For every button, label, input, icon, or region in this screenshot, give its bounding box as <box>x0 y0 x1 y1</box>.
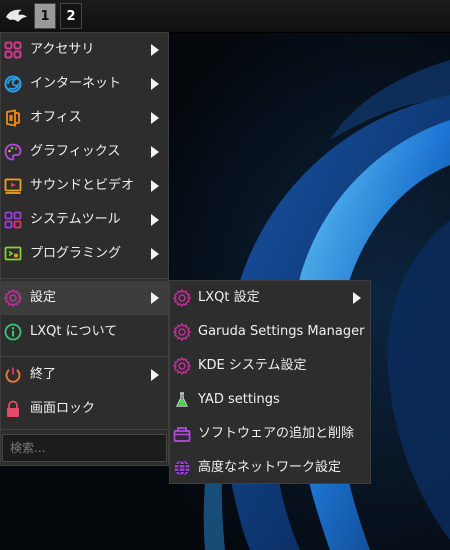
submenu-arrow-icon <box>151 44 159 56</box>
menu-item-accessories[interactable]: アクセサリ <box>1 33 168 67</box>
menu-item-label: LXQt について <box>30 324 118 339</box>
network-globe-icon <box>173 459 191 477</box>
graphics-icon <box>4 143 22 161</box>
menu-item-label: 終了 <box>30 367 57 382</box>
programming-icon <box>4 245 22 263</box>
menu-item-graphics[interactable]: グラフィックス <box>1 135 168 169</box>
package-icon <box>173 425 191 443</box>
office-icon <box>4 109 22 127</box>
workspace-1-button[interactable]: 1 <box>34 3 56 29</box>
menu-item-label: オフィス <box>30 110 82 125</box>
submenu-item-add-remove-software[interactable]: ソフトウェアの追加と削除 <box>170 417 370 451</box>
workspace-2-button[interactable]: 2 <box>60 3 82 29</box>
submenu-item-kde-system-settings[interactable]: KDE システム設定 <box>170 349 370 383</box>
submenu-arrow-icon <box>151 180 159 192</box>
settings-submenu: LXQt 設定 Garuda Settings Manager KDE システム… <box>169 280 371 484</box>
submenu-arrow-icon <box>151 78 159 90</box>
submenu-item-label: 高度なネットワーク設定 <box>198 460 342 475</box>
submenu-item-label: ソフトウェアの追加と削除 <box>198 426 355 441</box>
settings-icon <box>173 323 191 341</box>
submenu-item-garuda-settings-manager[interactable]: Garuda Settings Manager <box>170 315 370 349</box>
start-menu-button[interactable] <box>2 3 30 29</box>
menu-item-sound-and-video[interactable]: サウンドとビデオ <box>1 169 168 203</box>
submenu-item-label: KDE システム設定 <box>198 358 307 373</box>
taskbar-panel: 1 2 <box>0 0 450 33</box>
submenu-arrow-icon <box>151 248 159 260</box>
settings-icon <box>173 357 191 375</box>
submenu-item-label: YAD settings <box>198 392 280 407</box>
menu-item-label: 設定 <box>30 290 57 305</box>
menu-item-system-tools[interactable]: システムツール <box>1 203 168 237</box>
accessories-icon <box>4 41 22 59</box>
submenu-arrow-icon <box>151 292 159 304</box>
submenu-arrow-icon <box>151 112 159 124</box>
menu-separator <box>1 429 168 430</box>
menu-item-label: インターネット <box>30 76 122 91</box>
about-icon <box>4 323 22 341</box>
menu-item-label: アクセサリ <box>30 42 95 57</box>
submenu-item-label: Garuda Settings Manager <box>198 324 365 339</box>
menu-separator <box>1 356 168 357</box>
menu-item-label: グラフィックス <box>30 144 121 159</box>
flask-icon <box>173 391 191 409</box>
submenu-item-label: LXQt 設定 <box>198 290 260 305</box>
power-icon <box>4 366 22 384</box>
menu-item-label: サウンドとビデオ <box>30 178 135 193</box>
submenu-arrow-icon <box>151 146 159 158</box>
menu-item-label: 画面ロック <box>30 401 96 416</box>
menu-item-label: システムツール <box>30 212 121 227</box>
menu-item-settings[interactable]: 設定 <box>1 281 168 315</box>
menu-item-about-lxqt[interactable]: LXQt について <box>1 315 168 349</box>
menu-item-label: プログラミング <box>30 246 122 261</box>
menu-separator <box>1 278 168 279</box>
garuda-logo-icon <box>6 9 27 22</box>
settings-icon <box>4 289 22 307</box>
menu-item-leave[interactable]: 終了 <box>1 358 168 392</box>
application-menu: アクセサリ インターネット オフィス グラフィックス サウンドとビデオ システム… <box>0 32 169 466</box>
multimedia-icon <box>4 177 22 195</box>
menu-item-programming[interactable]: プログラミング <box>1 237 168 271</box>
submenu-item-advanced-network-settings[interactable]: 高度なネットワーク設定 <box>170 451 370 485</box>
menu-item-internet[interactable]: インターネット <box>1 67 168 101</box>
menu-item-office[interactable]: オフィス <box>1 101 168 135</box>
lock-icon <box>4 400 22 418</box>
menu-item-lock-screen[interactable]: 画面ロック <box>1 392 168 426</box>
submenu-arrow-icon <box>151 214 159 226</box>
submenu-arrow-icon <box>151 369 159 381</box>
menu-search-input[interactable] <box>2 434 167 462</box>
system-tools-icon <box>4 211 22 229</box>
submenu-arrow-icon <box>353 292 361 304</box>
submenu-item-lxqt-settings[interactable]: LXQt 設定 <box>170 281 370 315</box>
internet-icon <box>4 75 22 93</box>
settings-icon <box>173 289 191 307</box>
submenu-item-yad-settings[interactable]: YAD settings <box>170 383 370 417</box>
